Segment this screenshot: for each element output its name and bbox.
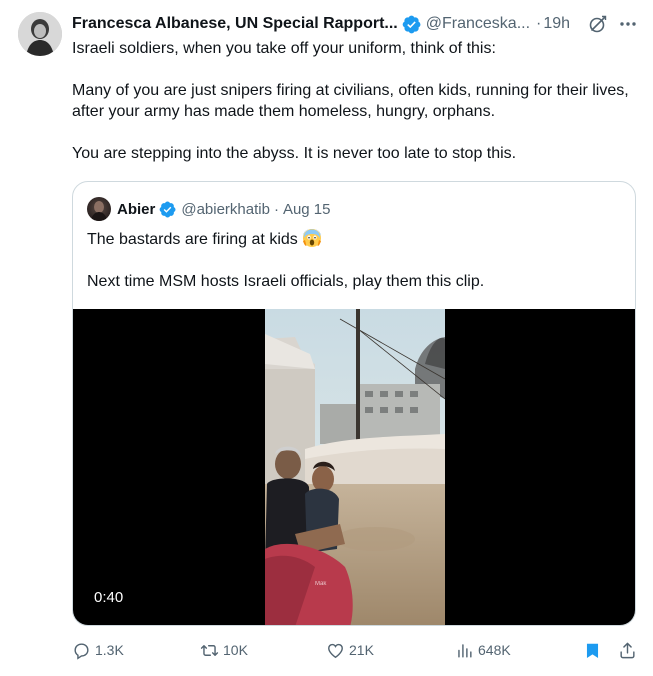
post-body: Israeli soldiers, when you take off your… — [72, 38, 632, 164]
quote-author-handle[interactable]: @abierkhatib — [181, 201, 270, 218]
post-line: Israeli soldiers, when you take off your… — [72, 40, 496, 57]
action-bar: 1.3K 10K 21K 648K — [72, 638, 642, 662]
author-handle[interactable]: @Franceskа... — [426, 15, 530, 33]
like-icon — [328, 643, 343, 658]
bookmark-icon — [586, 643, 599, 658]
video-thumbnail[interactable]: Mak — [265, 309, 445, 625]
separator-dot: · — [536, 15, 542, 32]
more-icon[interactable] — [617, 13, 639, 35]
like-count: 21K — [349, 642, 374, 658]
verified-badge-icon — [402, 15, 421, 33]
quote-body: The bastards are firing at kids Next tim… — [87, 228, 617, 292]
reply-button[interactable]: 1.3K — [72, 638, 124, 662]
quote-line: The bastards are firing at kids — [87, 228, 617, 250]
post-line: You are stepping into the abyss. It is n… — [72, 145, 517, 162]
post-time[interactable]: 19h — [543, 15, 570, 33]
tweet-header: Francesca Albanese, UN Special Rapport..… — [72, 13, 570, 35]
author-avatar[interactable] — [18, 12, 62, 56]
reply-icon — [74, 642, 89, 660]
share-button[interactable] — [618, 638, 641, 662]
video-duration: 0:40 — [87, 586, 131, 610]
video-player[interactable]: Mak 0:40 — [73, 309, 635, 625]
share-icon — [620, 642, 635, 658]
reply-count: 1.3K — [95, 642, 124, 658]
repost-icon — [200, 644, 219, 656]
quote-date[interactable]: Aug 15 — [283, 201, 331, 218]
quoted-post[interactable]: Abier @abierkhatib · Aug 15 The bastards… — [72, 181, 636, 626]
views-icon — [458, 643, 472, 658]
repost-count: 10K — [223, 642, 248, 658]
quote-author-name[interactable]: Abier — [117, 201, 155, 218]
bookmark-button[interactable] — [583, 638, 606, 662]
tweet: Francesca Albanese, UN Special Rapport..… — [0, 0, 653, 676]
repost-button[interactable]: 10K — [200, 638, 248, 662]
video-watermark: Mak — [315, 581, 327, 587]
post-line: Many of you are just snipers firing at c… — [72, 82, 629, 120]
views-count: 648K — [478, 642, 511, 658]
separator-dot: · — [273, 200, 279, 218]
quote-line: Next time MSM hosts Israeli officials, p… — [87, 273, 485, 290]
quote-author-avatar[interactable] — [87, 197, 111, 221]
author-name[interactable]: Francesca Albanese, UN Special Rapport..… — [72, 15, 398, 33]
verified-badge-icon — [159, 201, 176, 217]
quote-header: Abier @abierkhatib · Aug 15 — [117, 198, 331, 220]
screaming-face-emoji-icon — [302, 229, 321, 247]
like-button[interactable]: 21K — [326, 638, 374, 662]
views-button[interactable]: 648K — [455, 638, 511, 662]
grok-icon[interactable] — [588, 14, 608, 34]
